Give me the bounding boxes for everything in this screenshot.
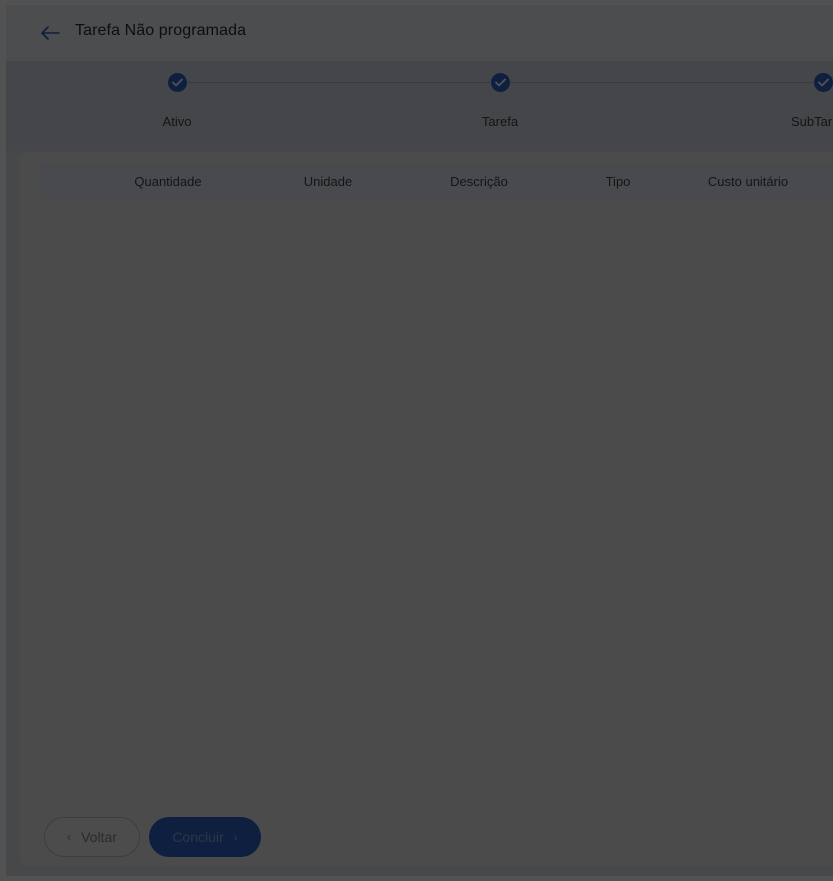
- finish-button-label: Concluir: [172, 829, 224, 845]
- step-label-tarefa: Tarefa: [481, 114, 519, 129]
- step-connector: [510, 82, 813, 83]
- step-ativo-check-icon: [168, 73, 187, 92]
- stepper: Ativo Tarefa SubTar: [6, 61, 833, 151]
- step-subtarefa-check-icon: [814, 73, 833, 92]
- column-custo-unitario[interactable]: Custo unitário: [708, 174, 788, 189]
- column-descricao[interactable]: Descrição: [450, 174, 508, 189]
- back-button-label: Voltar: [81, 829, 117, 845]
- content-card: Quantidade Unidade Descrição Tipo Custo …: [20, 152, 833, 866]
- table-header: Quantidade Unidade Descrição Tipo Custo …: [38, 164, 833, 198]
- finish-button[interactable]: Concluir ›: [149, 817, 261, 857]
- app-window: Tarefa Não programada Ativo Tarefa SubTa…: [6, 5, 833, 876]
- column-unidade[interactable]: Unidade: [304, 174, 352, 189]
- chevron-left-icon: ‹: [67, 830, 72, 844]
- app-bar: Tarefa Não programada: [6, 5, 833, 61]
- step-label-ativo: Ativo: [162, 114, 192, 129]
- chevron-right-icon: ›: [233, 830, 238, 844]
- column-tipo[interactable]: Tipo: [606, 174, 631, 189]
- column-quantidade[interactable]: Quantidade: [134, 174, 201, 189]
- back-button[interactable]: ‹ Voltar: [44, 817, 140, 857]
- step-connector: [188, 82, 490, 83]
- page-title: Tarefa Não programada: [75, 22, 247, 39]
- step-tarefa-check-icon: [491, 73, 510, 92]
- arrow-left-icon[interactable]: [40, 25, 60, 41]
- step-label-subtarefa: SubTar: [791, 114, 833, 129]
